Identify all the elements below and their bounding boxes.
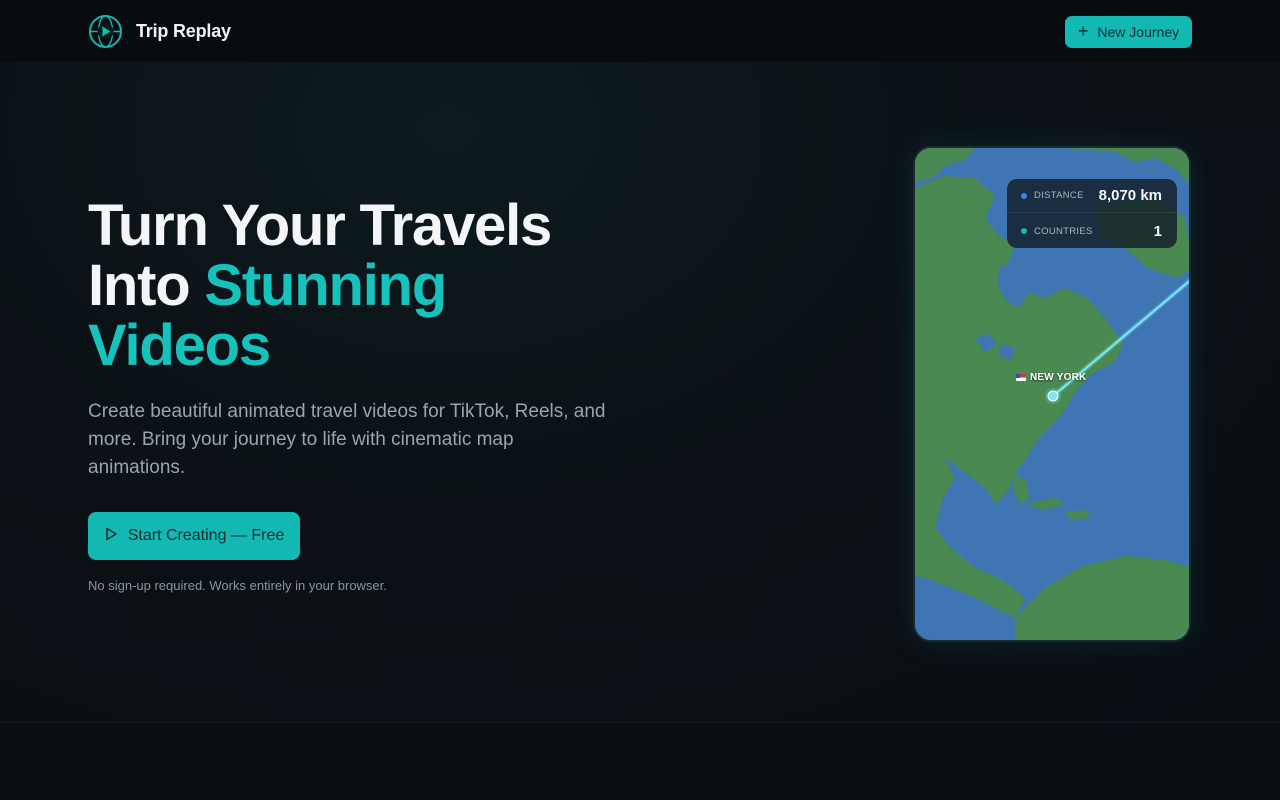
city-label: NEW YORK xyxy=(1016,372,1086,383)
start-creating-label: Start Creating — Free xyxy=(127,527,285,544)
new-journey-label: New Journey xyxy=(1097,24,1180,40)
countries-dot-icon xyxy=(1021,228,1027,234)
hero-subtitle: Create beautiful animated travel videos … xyxy=(88,401,606,478)
play-icon xyxy=(104,527,118,546)
city-label-text: NEW YORK xyxy=(1030,372,1087,383)
start-creating-button[interactable]: Start Creating — Free xyxy=(88,512,300,560)
hero-title-accent-stunning: Stunning xyxy=(204,253,447,318)
top-navbar: Trip Replay + New Journey xyxy=(0,0,1280,63)
distance-dot-icon xyxy=(1021,192,1027,199)
map-preview-card: DISTANCE 8,070 km COUNTRIES 1 NEW YORK xyxy=(913,146,1191,642)
play-globe-icon xyxy=(88,14,123,49)
next-section xyxy=(0,723,1280,800)
stat-countries: COUNTRIES 1 xyxy=(1007,214,1177,248)
hero-title-accent-videos: Videos xyxy=(88,313,271,378)
new-journey-button[interactable]: + New Journey xyxy=(1065,16,1192,48)
stat-countries-value: 1 xyxy=(1153,222,1162,240)
stat-countries-label: COUNTRIES xyxy=(1034,225,1093,237)
us-flag-icon xyxy=(1016,374,1026,381)
brand[interactable]: Trip Replay xyxy=(88,14,231,49)
cta-note: No sign-up required. Works entirely in y… xyxy=(88,578,387,593)
brand-name: Trip Replay xyxy=(136,21,231,41)
journey-stats-panel: DISTANCE 8,070 km COUNTRIES 1 xyxy=(1007,179,1177,248)
stat-distance-label: DISTANCE xyxy=(1034,190,1084,201)
hero-title: Turn Your Travels Into Stunning Videos xyxy=(88,196,648,376)
plus-icon: + xyxy=(1077,21,1089,41)
stat-distance: DISTANCE 8,070 km xyxy=(1007,179,1177,213)
stat-distance-value: 8,070 km xyxy=(1098,187,1162,204)
hero-title-line1: Turn Your Travels xyxy=(88,193,552,258)
hero-title-line2: Into xyxy=(88,253,205,318)
